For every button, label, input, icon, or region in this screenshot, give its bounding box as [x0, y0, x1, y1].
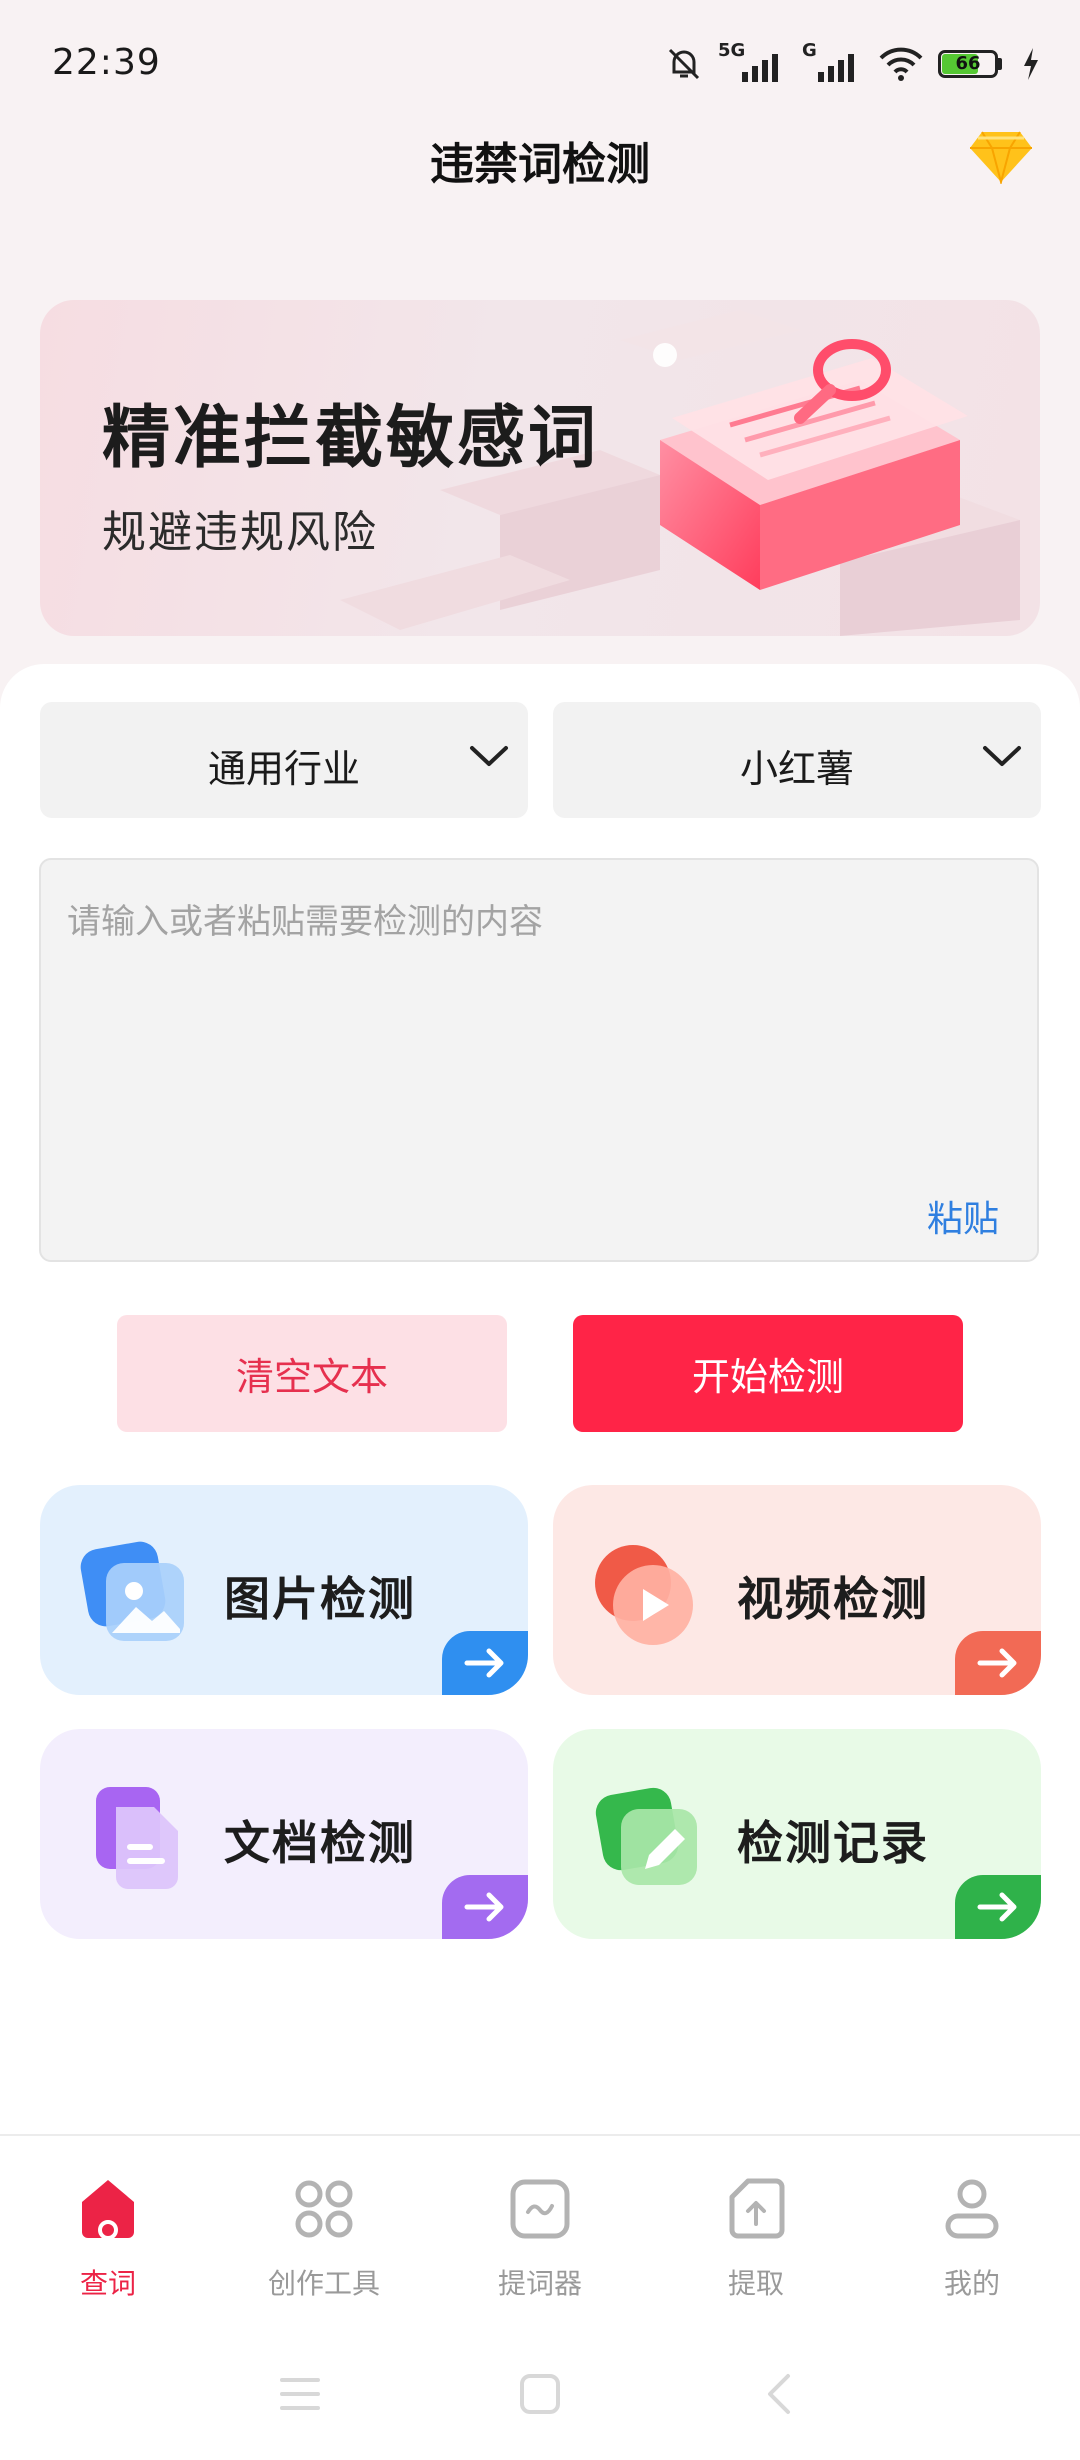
document-check-arrow	[442, 1875, 528, 1939]
clear-text-button[interactable]: 清空文本	[117, 1315, 507, 1432]
image-check-label: 图片检测	[224, 1572, 416, 1626]
content-input[interactable]: 请输入或者粘贴需要检测的内容 粘贴	[39, 858, 1039, 1262]
status-time: 22:39	[52, 42, 161, 83]
signal-icon	[742, 54, 778, 82]
industry-select[interactable]: 通用行业	[40, 702, 528, 818]
nav-label-tools: 创作工具	[267, 2267, 380, 2300]
document-icon	[96, 1787, 178, 1889]
system-nav-bar	[0, 2334, 1080, 2460]
start-check-button[interactable]: 开始检测	[573, 1315, 963, 1432]
nav-item-tools[interactable]: 创作工具	[216, 2178, 432, 2308]
prompter-icon	[510, 2179, 570, 2239]
arrow-right-icon	[464, 1648, 504, 1678]
platform-select[interactable]: 小红薯	[553, 702, 1041, 818]
banner-subtitle: 规避违规风险	[102, 507, 378, 558]
image-check-arrow	[442, 1631, 528, 1695]
arrow-right-icon	[464, 1892, 504, 1922]
battery-level: 66	[955, 53, 981, 74]
page-title: 违禁词检测	[430, 139, 650, 190]
network-label: G	[802, 40, 817, 61]
nav-item-profile[interactable]: 我的	[864, 2178, 1080, 2308]
arrow-right-icon	[977, 1892, 1017, 1922]
mute-bell-icon	[668, 48, 700, 80]
status-bar: 22:39 5G G 66	[0, 0, 1080, 130]
chevron-down-icon	[983, 746, 1021, 766]
image-icon	[80, 1541, 184, 1641]
signal-5g: 5G	[718, 40, 788, 84]
chevron-down-icon	[470, 746, 508, 766]
nav-item-prompter[interactable]: 提词器	[432, 2178, 648, 2308]
nav-item-search[interactable]: 查词	[0, 2178, 216, 2308]
menu-icon[interactable]	[270, 2364, 330, 2424]
battery-icon: 66	[938, 48, 1008, 80]
promo-banner[interactable]: 精准拦截敏感词 规避违规风险	[40, 300, 1040, 636]
wifi-icon	[879, 47, 923, 81]
arrow-right-icon	[977, 1648, 1017, 1678]
signal-icon	[818, 54, 854, 82]
user-icon	[945, 2179, 999, 2239]
home-square-icon[interactable]	[510, 2364, 570, 2424]
check-history-label: 检测记录	[737, 1816, 929, 1870]
check-history-arrow	[955, 1875, 1041, 1939]
video-play-icon	[595, 1545, 693, 1645]
back-icon[interactable]	[750, 2364, 810, 2424]
edit-record-icon	[595, 1787, 697, 1885]
image-check-card[interactable]: 图片检测	[40, 1485, 528, 1695]
industry-select-value: 通用行业	[207, 747, 360, 791]
diamond-icon[interactable]	[968, 128, 1034, 184]
paste-button[interactable]: 粘贴	[927, 1190, 999, 1242]
nav-label-profile: 我的	[943, 2267, 1000, 2300]
home-icon	[82, 2180, 134, 2240]
video-check-label: 视频检测	[737, 1572, 929, 1626]
status-icons: 5G G 66	[664, 40, 1040, 84]
nav-item-extract[interactable]: 提取	[648, 2178, 864, 2308]
document-check-label: 文档检测	[224, 1816, 416, 1870]
extract-file-icon	[729, 2178, 785, 2239]
check-history-card[interactable]: 检测记录	[553, 1729, 1041, 1939]
platform-select-value: 小红薯	[739, 747, 854, 791]
signal-g: G	[802, 40, 864, 84]
nav-label-prompter: 提词器	[497, 2267, 582, 2300]
grid-icon	[295, 2180, 353, 2238]
bottom-nav: 查词 创作工具 提词器 提取 我的	[0, 2134, 1080, 2336]
document-check-card[interactable]: 文档检测	[40, 1729, 528, 1939]
nav-label-extract: 提取	[727, 2267, 784, 2300]
content-input-placeholder: 请输入或者粘贴需要检测的内容	[67, 902, 543, 942]
banner-title: 精准拦截敏感词	[102, 399, 600, 478]
video-check-arrow	[955, 1631, 1041, 1695]
charging-icon	[1024, 48, 1038, 80]
video-check-card[interactable]: 视频检测	[553, 1485, 1041, 1695]
nav-label-search: 查词	[79, 2267, 136, 2300]
